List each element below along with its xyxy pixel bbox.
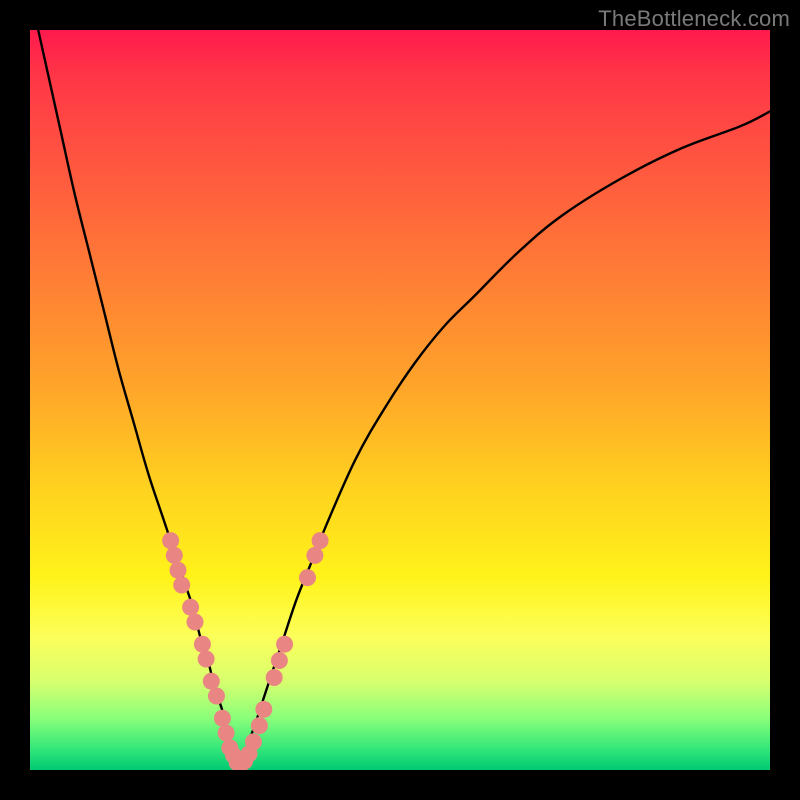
data-marker (208, 688, 225, 705)
data-marker (198, 651, 215, 668)
data-marker (271, 652, 288, 669)
data-marker (170, 562, 187, 579)
data-marker (276, 636, 293, 653)
data-marker (214, 710, 231, 727)
chart-svg (30, 30, 770, 770)
data-marker (182, 599, 199, 616)
watermark-text: TheBottleneck.com (598, 6, 790, 32)
data-marker (166, 547, 183, 564)
data-marker (299, 569, 316, 586)
data-marker (255, 701, 272, 718)
data-marker (162, 532, 179, 549)
data-marker (312, 532, 329, 549)
data-marker (251, 717, 268, 734)
curve-right-branch (237, 111, 770, 770)
data-marker (245, 733, 262, 750)
data-marker (218, 725, 235, 742)
plot-area (30, 30, 770, 770)
data-marker (173, 577, 190, 594)
chart-frame: TheBottleneck.com (0, 0, 800, 800)
data-marker (306, 547, 323, 564)
curve-markers (162, 532, 328, 770)
data-marker (187, 614, 204, 631)
data-marker (203, 673, 220, 690)
data-marker (266, 669, 283, 686)
data-marker (194, 636, 211, 653)
